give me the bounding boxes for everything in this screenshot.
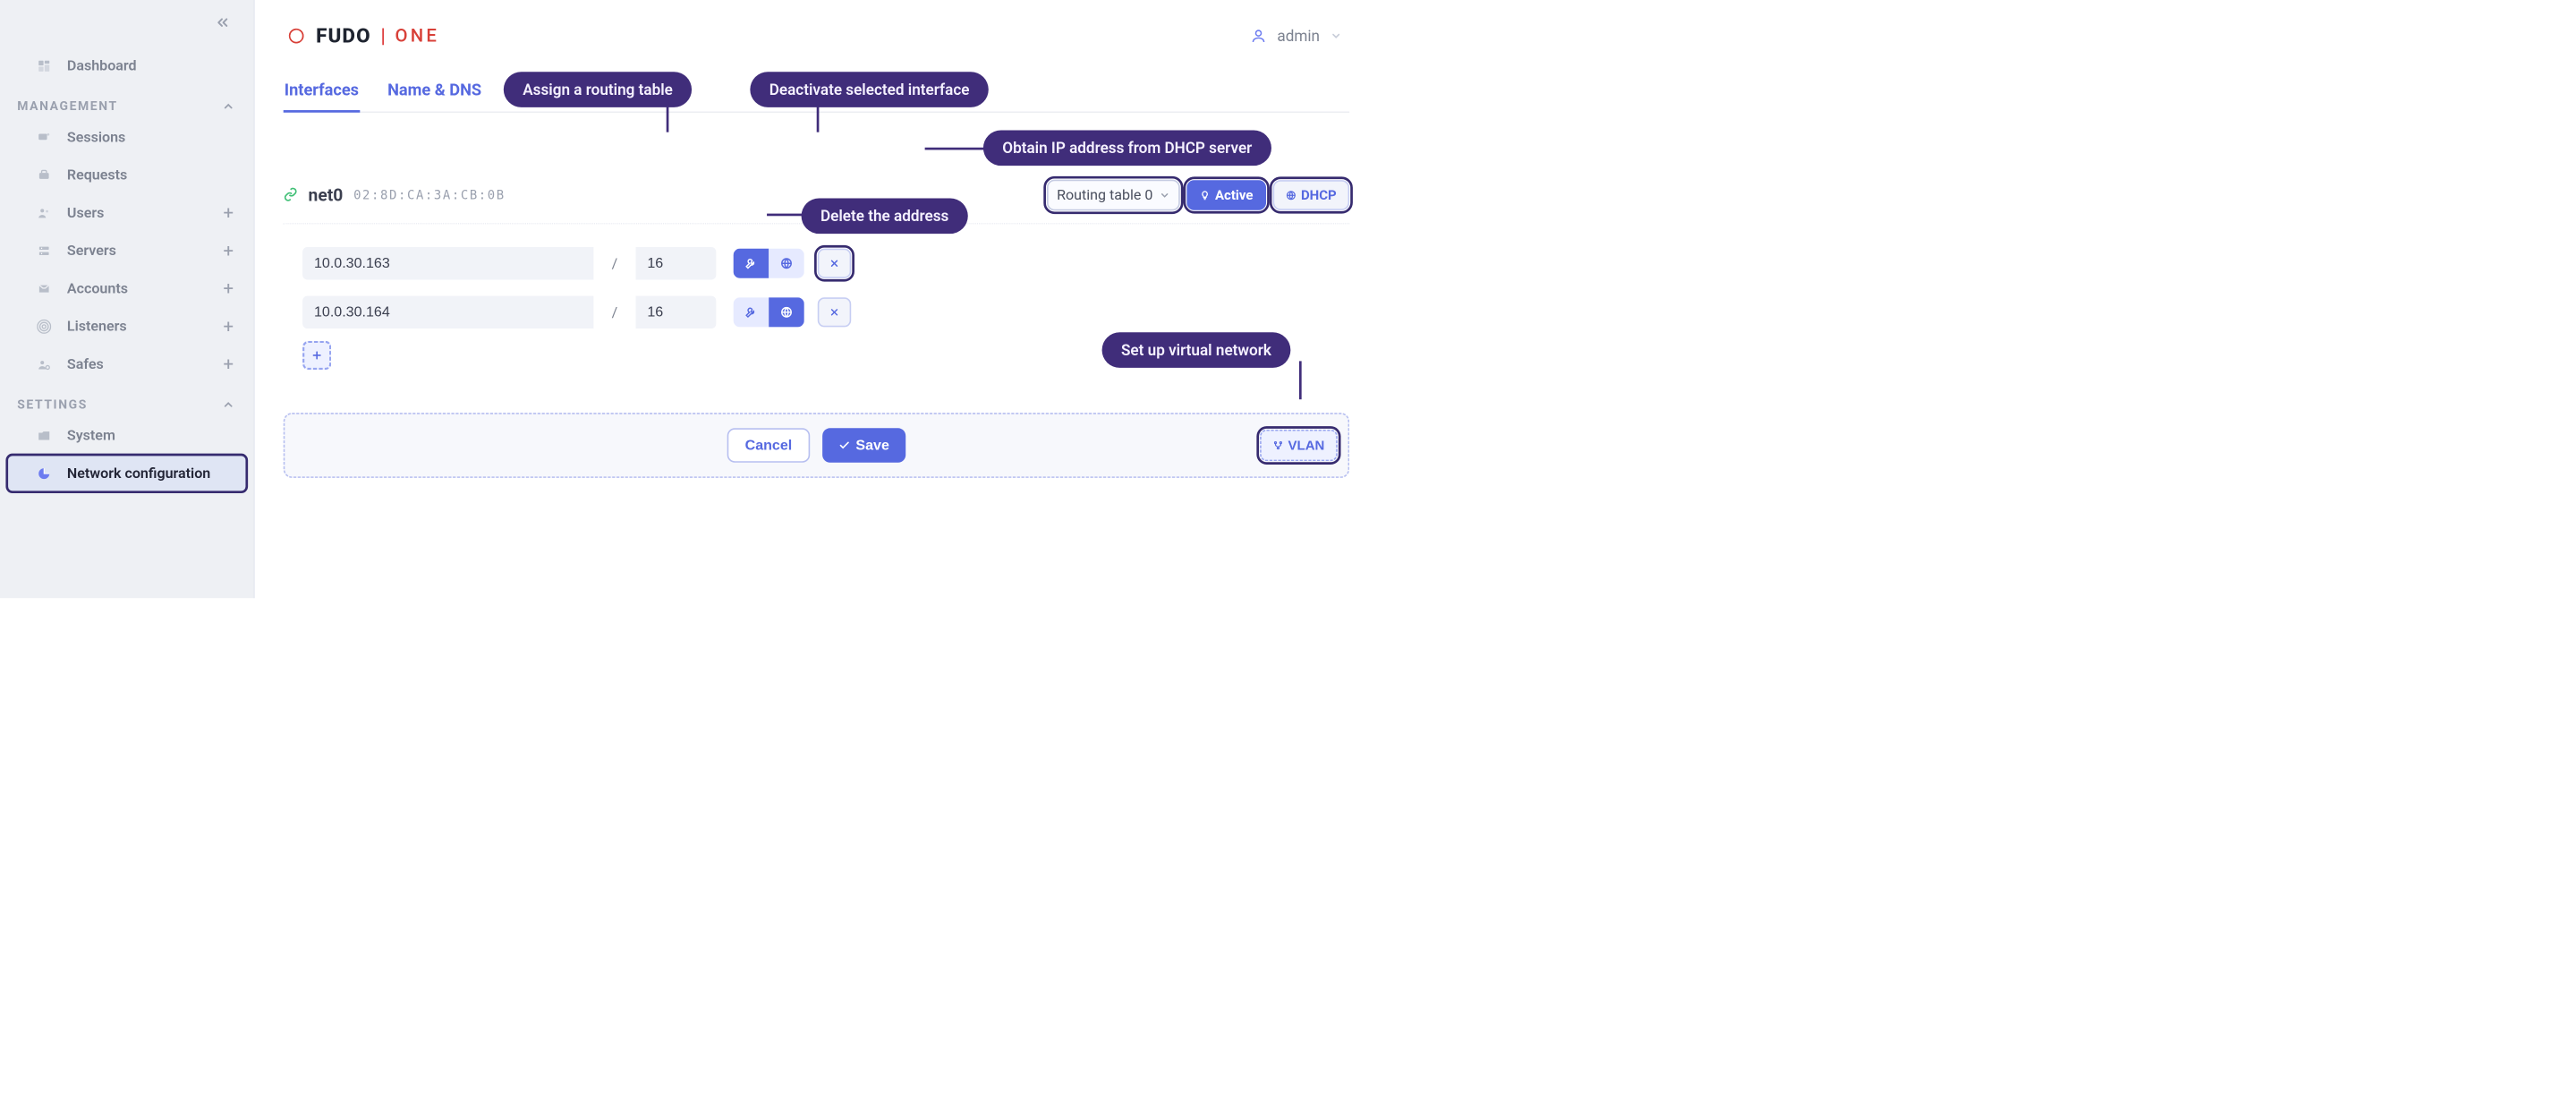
management-mode-button[interactable] — [734, 297, 769, 327]
logo-icon — [284, 23, 310, 49]
nav-item-label: Accounts — [67, 280, 128, 297]
nav-item-label: Servers — [67, 243, 116, 260]
nav-item-label: Sessions — [67, 129, 125, 146]
nav-section-label: SETTINGS — [17, 397, 88, 412]
callout-dhcp: Obtain IP address from DHCP server — [983, 131, 1271, 166]
user-name: admin — [1277, 27, 1320, 45]
delete-address-button[interactable] — [818, 297, 851, 327]
branch-icon — [1272, 440, 1283, 451]
interface-header: net0 02:8D:CA:3A:CB:0B Routing table 0 A… — [284, 180, 1349, 225]
nav-item-accounts[interactable]: Accounts + — [6, 269, 247, 307]
tab-arp-table[interactable]: ARP Table — [595, 76, 672, 113]
chevron-down-icon — [1331, 30, 1342, 42]
delete-address-button[interactable] — [818, 249, 851, 278]
address-row: / — [302, 296, 1349, 329]
form-footer: Cancel Save VLAN — [284, 413, 1349, 478]
nav-item-label: Safes — [67, 356, 104, 373]
sessions-icon — [36, 130, 53, 144]
cidr-slash: / — [602, 247, 627, 279]
topbar: FUDO | ONE admin — [284, 14, 1349, 57]
active-label: Active — [1215, 187, 1253, 203]
interface-block: net0 02:8D:CA:3A:CB:0B Routing table 0 A… — [284, 180, 1349, 370]
globe-icon — [780, 306, 793, 319]
network-configuration-icon — [36, 466, 53, 481]
users-icon — [36, 206, 53, 220]
nav-section-label: MANAGEMENT — [17, 99, 117, 114]
dhcp-button[interactable]: DHCP — [1272, 180, 1349, 210]
main-content: FUDO | ONE admin Interfaces Name & DNS Rou… — [255, 0, 1379, 598]
nav-item-servers[interactable]: Servers + — [6, 232, 247, 269]
management-mode-button[interactable] — [734, 249, 769, 278]
safes-icon — [36, 357, 53, 371]
cancel-button[interactable]: Cancel — [727, 428, 810, 463]
ip-input[interactable] — [302, 296, 593, 329]
address-row: / — [302, 247, 1349, 279]
chevron-down-icon — [1160, 190, 1170, 201]
nav-item-sessions[interactable]: Sessions — [6, 118, 247, 156]
nav-item-label: Dashboard — [67, 57, 137, 74]
requests-icon — [36, 168, 53, 183]
routing-table-value: Routing table 0 — [1057, 187, 1152, 204]
dashboard-icon — [36, 59, 53, 73]
dhcp-label: DHCP — [1301, 187, 1337, 203]
listeners-icon — [36, 320, 53, 334]
nav-item-label: Users — [67, 204, 104, 221]
public-mode-button[interactable] — [769, 297, 804, 327]
nav-item-label: System — [67, 427, 115, 444]
tab-name-dns[interactable]: Name & DNS — [387, 76, 482, 113]
interface-mac: 02:8D:CA:3A:CB:0B — [353, 188, 506, 202]
save-button[interactable]: Save — [822, 428, 905, 463]
vlan-label: VLAN — [1288, 438, 1325, 453]
tabs-bar: Interfaces Name & DNS Routing ARP Table — [284, 76, 1349, 113]
cancel-label: Cancel — [745, 437, 793, 453]
add-address-button[interactable] — [302, 341, 331, 370]
globe-icon — [780, 257, 793, 269]
nav-item-safes[interactable]: Safes + — [6, 346, 247, 383]
brand-name: FUDO — [316, 24, 371, 47]
nav-item-label: Network configuration — [67, 465, 210, 482]
wrench-icon — [744, 306, 757, 319]
nav-section-settings[interactable]: SETTINGS — [0, 383, 254, 416]
close-icon — [829, 258, 840, 269]
wrench-icon — [744, 257, 757, 269]
brand-logo: FUDO | ONE — [284, 23, 439, 49]
vlan-button[interactable]: VLAN — [1260, 430, 1338, 461]
interface-name: net0 — [309, 185, 344, 205]
cidr-slash: / — [602, 296, 627, 329]
globe-icon — [1286, 190, 1297, 201]
mask-input[interactable] — [635, 296, 716, 329]
user-menu[interactable]: admin — [1243, 24, 1349, 48]
link-icon — [284, 187, 298, 203]
accounts-icon — [36, 281, 53, 295]
bulb-icon — [1200, 190, 1211, 201]
servers-icon — [36, 243, 53, 258]
nav-item-network-configuration[interactable]: Network configuration — [6, 455, 247, 492]
routing-table-select[interactable]: Routing table 0 — [1047, 180, 1180, 211]
tab-interfaces[interactable]: Interfaces — [284, 76, 360, 113]
nav-item-system[interactable]: System — [6, 416, 247, 454]
brand-divider: | — [380, 24, 385, 47]
nav-item-requests[interactable]: Requests — [6, 156, 247, 193]
plus-icon — [311, 350, 323, 362]
nav-item-users[interactable]: Users + — [6, 194, 247, 232]
save-label: Save — [855, 437, 888, 453]
active-toggle-button[interactable]: Active — [1186, 180, 1265, 210]
nav-section-management[interactable]: MANAGEMENT — [0, 85, 254, 118]
tab-routing[interactable]: Routing — [509, 76, 568, 113]
public-mode-button[interactable] — [769, 249, 804, 278]
address-mode-toggle[interactable] — [734, 297, 804, 327]
sidebar: Dashboard MANAGEMENT Sessions Requests U… — [0, 0, 255, 598]
check-icon — [838, 440, 850, 451]
mask-input[interactable] — [635, 247, 716, 279]
address-mode-toggle[interactable] — [734, 249, 804, 278]
nav-item-label: Listeners — [67, 318, 127, 335]
nav-item-listeners[interactable]: Listeners + — [6, 307, 247, 345]
ip-input[interactable] — [302, 247, 593, 279]
nav-item-dashboard[interactable]: Dashboard — [6, 47, 247, 84]
close-icon — [829, 307, 840, 318]
system-icon — [36, 429, 53, 443]
collapse-sidebar-icon[interactable] — [215, 23, 231, 32]
brand-suffix: ONE — [395, 25, 440, 47]
nav-item-label: Requests — [67, 166, 127, 183]
